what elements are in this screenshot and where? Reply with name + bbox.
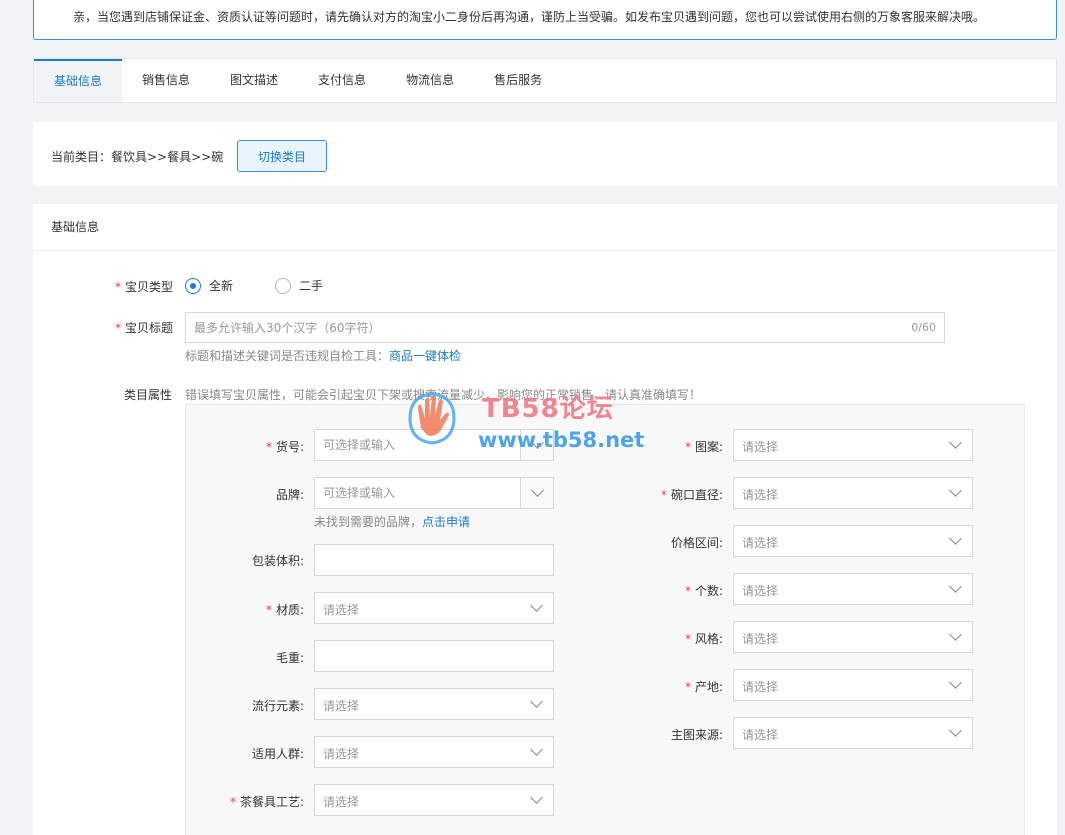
popular-elements-select[interactable]: 请选择 <box>314 688 554 720</box>
radio-used-indicator[interactable] <box>275 277 292 294</box>
chevron-down-icon <box>949 580 962 593</box>
style-select[interactable]: 请选择 <box>733 621 973 653</box>
radio-used[interactable]: 二手 <box>275 277 323 294</box>
chevron-down-icon <box>949 628 962 641</box>
attr-label-item-no: * 货号: <box>265 440 304 454</box>
attr-label-brand: 品牌: <box>275 488 304 502</box>
attr-label-gross-weight: 毛重: <box>275 651 304 665</box>
chevron-down-icon <box>949 484 962 497</box>
brand-dropdown-button[interactable] <box>520 478 553 508</box>
target-users-select[interactable]: 请选择 <box>314 736 554 768</box>
tab-bar: 基础信息 销售信息 图文描述 支付信息 物流信息 售后服务 <box>33 58 1057 103</box>
tab-description[interactable]: 图文描述 <box>210 59 298 102</box>
brand-input[interactable] <box>315 478 553 508</box>
chevron-down-icon <box>530 599 543 612</box>
item-type-radio-group: 全新 二手 <box>185 277 365 294</box>
tableware-craft-select[interactable]: 请选择 <box>314 784 554 816</box>
package-volume-field[interactable] <box>314 544 554 576</box>
tab-sales-info[interactable]: 销售信息 <box>122 59 210 102</box>
price-range-select[interactable]: 请选择 <box>733 525 973 557</box>
quantity-select[interactable]: 请选择 <box>733 573 973 605</box>
main-image-source-select[interactable]: 请选择 <box>733 717 973 749</box>
chevron-down-icon <box>531 484 544 497</box>
attr-label-bowl-diameter: * 碗口直径: <box>660 488 723 502</box>
apply-brand-link[interactable]: 点击申请 <box>422 515 470 529</box>
section-title: 基础信息 <box>33 204 1057 251</box>
attr-label-main-image-source: 主图来源: <box>670 728 723 742</box>
brand-combobox[interactable] <box>314 477 554 509</box>
brand-hint: 未找到需要的品牌，点击申请 <box>314 515 471 529</box>
gross-weight-input[interactable] <box>315 641 553 671</box>
attributes-warning: 错误填写宝贝属性，可能会引起宝贝下架或搜索流量减少，影响您的正常销售，请认真准确… <box>185 388 702 402</box>
bowl-diameter-select[interactable]: 请选择 <box>733 477 973 509</box>
title-check-hint: 标题和描述关键词是否违规自检工具：商品一键体检 <box>185 349 462 363</box>
current-category: 当前类目：餐饮具>>餐具>>碗 <box>51 150 224 164</box>
chevron-down-icon <box>530 695 543 708</box>
item-no-input[interactable] <box>315 430 553 460</box>
category-panel: 当前类目：餐饮具>>餐具>>碗 切换类目 <box>33 122 1057 186</box>
title-char-counter: 0/60 <box>911 321 936 334</box>
attr-label-style: * 风格: <box>684 632 723 646</box>
attr-label-pattern: * 图案: <box>684 440 723 454</box>
chevron-down-icon <box>949 676 962 689</box>
pattern-select[interactable]: 请选择 <box>733 429 973 461</box>
chevron-down-icon <box>530 743 543 756</box>
item-no-combobox[interactable] <box>314 429 554 461</box>
item-title-label: * 宝贝标题 <box>115 321 174 335</box>
gross-weight-field[interactable] <box>314 640 554 672</box>
basic-info-section: 基础信息 *宝贝类型 全新 二手 *宝贝标题 0/60 标题和描述关键词是否违规… <box>33 204 1057 835</box>
attributes-label: 类目属性 <box>124 388 173 402</box>
chevron-down-icon <box>949 532 962 545</box>
switch-category-button[interactable]: 切换类目 <box>237 140 327 172</box>
package-volume-input[interactable] <box>315 545 553 575</box>
attr-label-price-range: 价格区间: <box>670 536 723 550</box>
tab-logistics-info[interactable]: 物流信息 <box>386 59 474 102</box>
item-title-input[interactable] <box>186 313 886 342</box>
attr-label-target-users: 适用人群: <box>251 747 304 761</box>
notice-banner: 亲，当您遇到店铺保证金、资质认证等问题时，请先确认对方的淘宝小二身份后再沟通，谨… <box>33 0 1057 40</box>
item-title-field[interactable]: 0/60 <box>185 312 945 343</box>
chevron-down-icon <box>531 436 544 449</box>
attr-label-origin: * 产地: <box>684 680 723 694</box>
tab-payment-info[interactable]: 支付信息 <box>298 59 386 102</box>
tab-after-sales[interactable]: 售后服务 <box>474 59 562 102</box>
chevron-down-icon <box>949 724 962 737</box>
origin-select[interactable]: 请选择 <box>733 669 973 701</box>
item-type-label: * 宝贝类型 <box>115 280 174 294</box>
attr-label-quantity: * 个数: <box>684 584 723 598</box>
item-check-link[interactable]: 商品一键体检 <box>389 349 461 363</box>
item-no-dropdown-button[interactable] <box>520 430 553 460</box>
chevron-down-icon <box>530 791 543 804</box>
attr-label-tableware-craft: * 茶餐具工艺: <box>229 795 304 809</box>
attr-label-popular-elements: 流行元素: <box>251 699 304 713</box>
material-select[interactable]: 请选择 <box>314 592 554 624</box>
attr-label-material: * 材质: <box>265 603 304 617</box>
notice-text: 亲，当您遇到店铺保证金、资质认证等问题时，请先确认对方的淘宝小二身份后再沟通，谨… <box>73 10 986 24</box>
radio-new-indicator[interactable] <box>185 277 201 294</box>
required-mark: * <box>115 280 121 294</box>
radio-new[interactable]: 全新 <box>185 277 233 294</box>
attr-label-package-volume: 包装体积: <box>251 554 304 568</box>
tab-basic-info[interactable]: 基础信息 <box>34 59 123 102</box>
required-mark: * <box>115 321 121 335</box>
attributes-panel: *货号: 品牌: 未找到需要的品牌，点击申请 包装体积: *材质: 请选择 毛重… <box>185 404 1025 835</box>
chevron-down-icon <box>949 436 962 449</box>
